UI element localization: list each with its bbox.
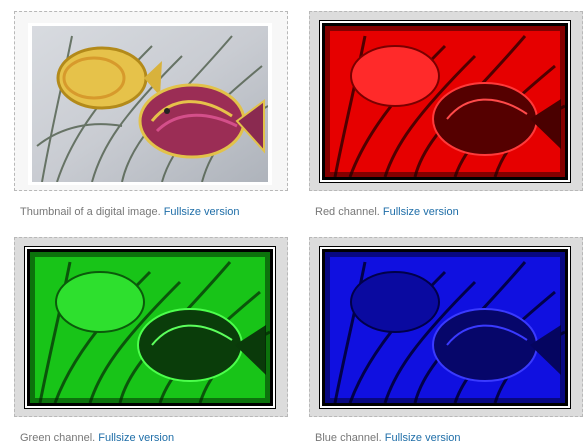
fullsize-link[interactable]: Fullsize version (385, 432, 461, 444)
gallery-item-green: Green channel. Fullsize version (14, 237, 288, 444)
thumbnail-image-green[interactable] (24, 246, 276, 409)
gallery-item-original: Thumbnail of a digital image. Fullsize v… (14, 11, 288, 218)
fullsize-link[interactable]: Fullsize version (383, 206, 459, 218)
fullsize-link[interactable]: Fullsize version (164, 206, 240, 218)
fish-photo-red (325, 26, 565, 177)
thumbnail-frame (14, 237, 288, 417)
gallery-item-blue: Blue channel. Fullsize version (309, 237, 583, 444)
caption: Green channel. Fullsize version (20, 432, 174, 444)
thumbnail-frame (14, 11, 288, 191)
caption-text: Red channel. (315, 206, 380, 218)
fish-photo-original (32, 26, 268, 182)
thumbnail-image-blue[interactable] (319, 246, 571, 409)
thumbnail-image-original[interactable] (28, 23, 272, 185)
caption: Blue channel. Fullsize version (315, 432, 461, 444)
caption: Thumbnail of a digital image. Fullsize v… (20, 206, 240, 218)
caption-text: Thumbnail of a digital image. (20, 206, 161, 218)
fish-photo-blue (325, 252, 565, 403)
fish-photo-green (30, 252, 270, 403)
caption-text: Blue channel. (315, 432, 382, 444)
caption: Red channel. Fullsize version (315, 206, 459, 218)
thumbnail-frame (309, 11, 583, 191)
thumbnail-frame (309, 237, 583, 417)
gallery-item-red: Red channel. Fullsize version (309, 11, 583, 218)
image-gallery: Thumbnail of a digital image. Fullsize v… (0, 0, 588, 448)
caption-text: Green channel. (20, 432, 96, 444)
thumbnail-image-red[interactable] (319, 20, 571, 183)
fullsize-link[interactable]: Fullsize version (98, 432, 174, 444)
